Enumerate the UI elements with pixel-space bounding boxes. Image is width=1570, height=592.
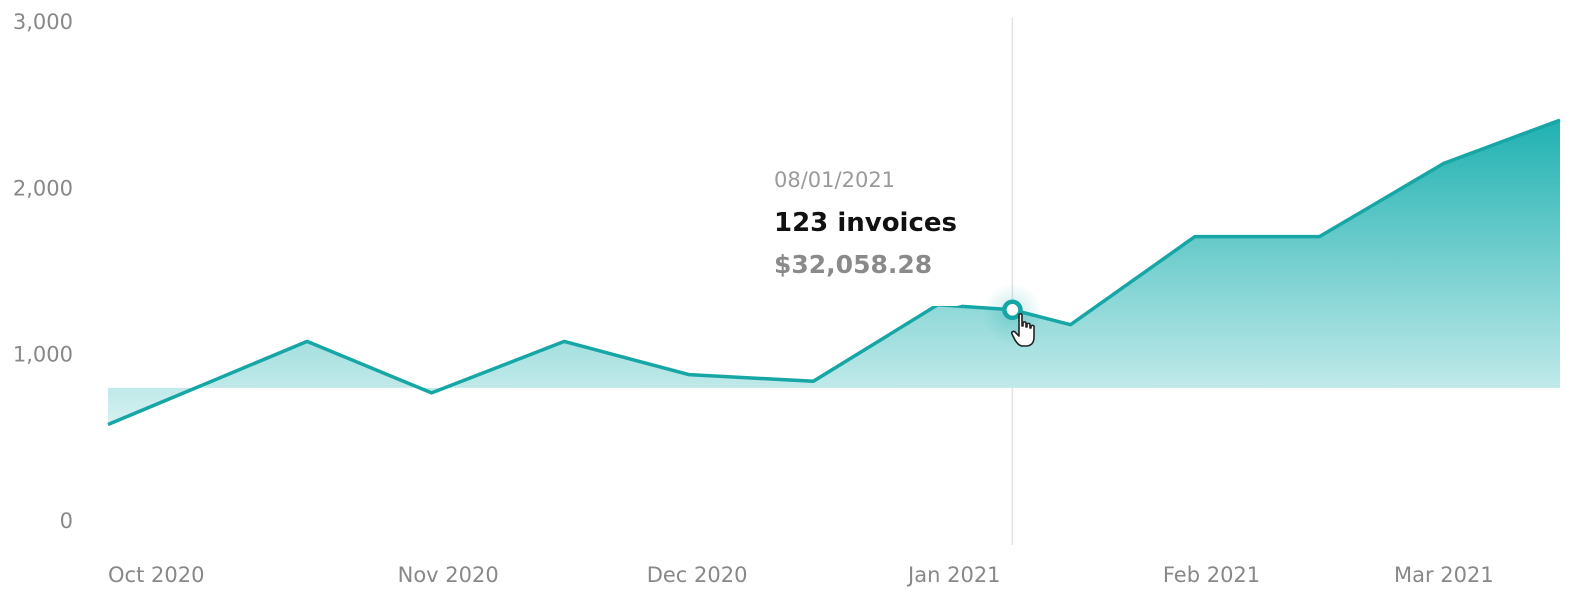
y-tick-label: 1,000 [13,343,73,367]
data-tooltip: 08/01/2021 123 invoices $32,058.28 [752,152,970,306]
tooltip-date: 08/01/2021 [774,168,896,192]
x-tick-label: Jan 2021 [906,563,1001,587]
x-tick-label: Feb 2021 [1163,563,1260,587]
y-tick-label: 2,000 [13,176,73,200]
tooltip-amount: $32,058.28 [774,250,933,279]
hand-pointer-icon [1010,313,1035,347]
x-tick-label: Mar 2021 [1394,563,1494,587]
tooltip-invoice-count: 123 invoices [774,208,957,238]
x-axis: Oct 2020 Nov 2020 Dec 2020 Jan 2021 Feb 2021… [108,563,1494,587]
x-tick-label: Oct 2020 [108,563,204,587]
y-axis: 0 1,000 2,000 3,000 [13,10,73,533]
y-tick-label: 3,000 [13,10,73,34]
y-tick-label: 0 [60,509,73,533]
x-tick-label: Nov 2020 [398,563,499,587]
x-tick-label: Dec 2020 [647,563,748,587]
